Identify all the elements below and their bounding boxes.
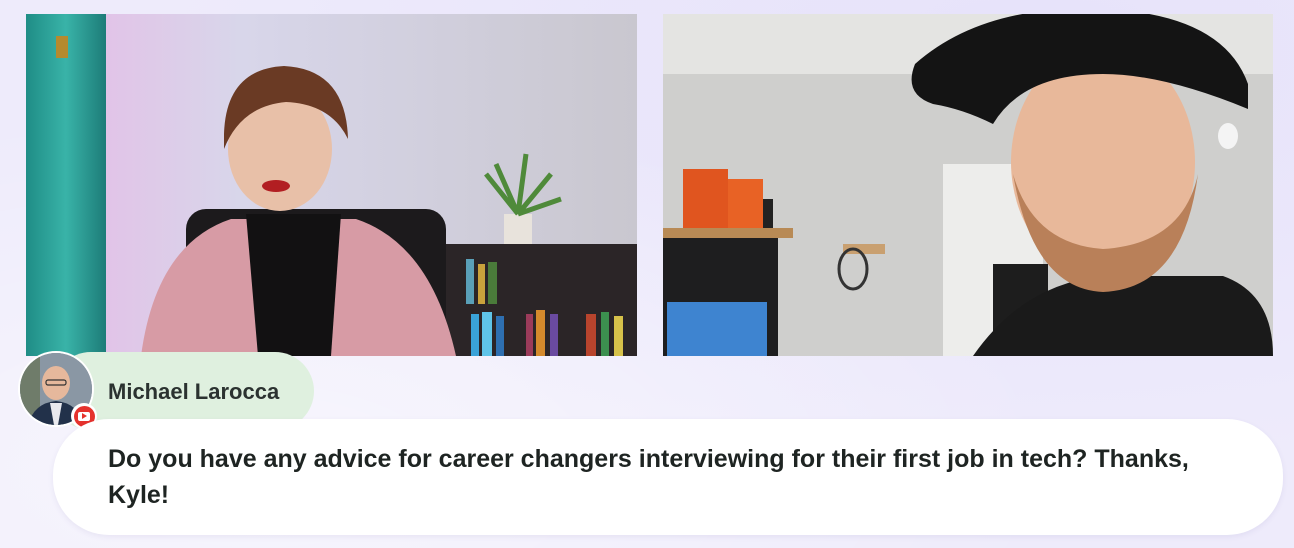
video-frame-left <box>26 14 637 356</box>
video-feed-right <box>663 14 1273 356</box>
video-frame-right <box>663 14 1273 356</box>
youtube-play-glyph <box>78 411 90 421</box>
comment-bubble: Do you have any advice for career change… <box>53 419 1283 535</box>
comment-message: Do you have any advice for career change… <box>108 445 1189 509</box>
author-name: Michael Larocca <box>108 379 280 404</box>
video-feed-left <box>26 14 637 356</box>
